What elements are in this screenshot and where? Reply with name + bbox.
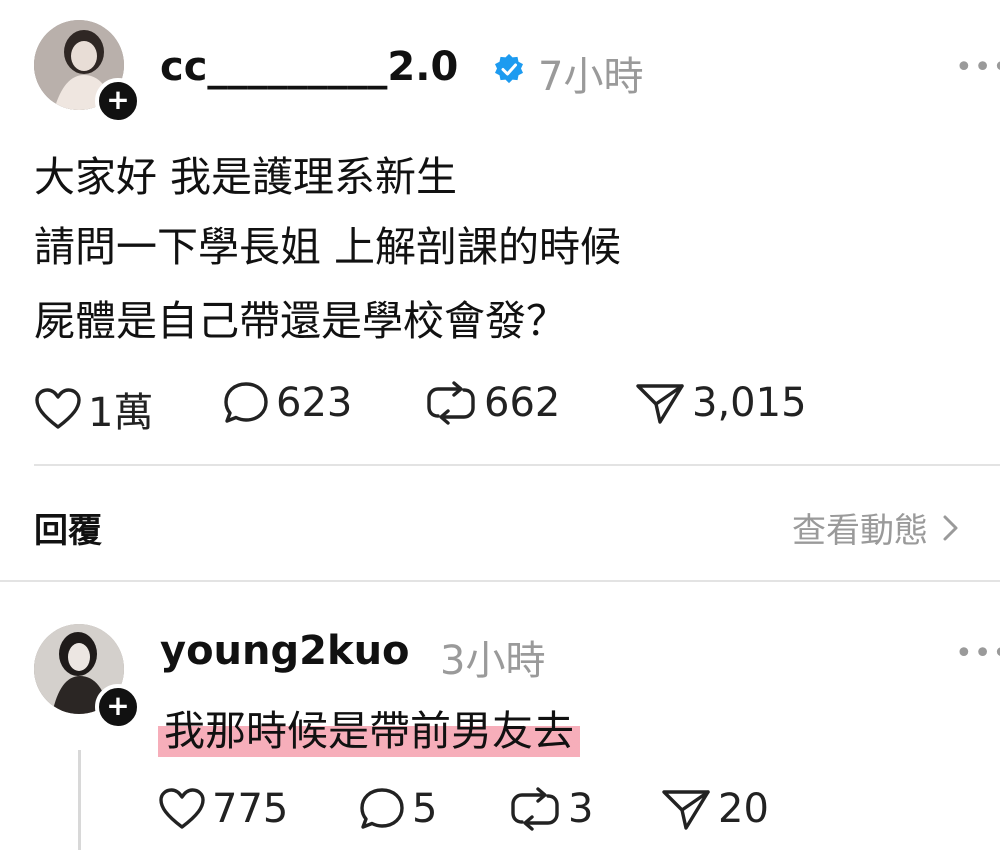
follow-plus-icon[interactable]: + [95, 684, 141, 730]
repost-icon [511, 787, 559, 831]
post-line-1: 大家好 我是護理系新生 [34, 153, 458, 201]
post-share-button[interactable]: 3,015 [634, 380, 807, 426]
comment-count: 5 [412, 786, 438, 832]
share-count: 20 [718, 786, 769, 832]
share-count: 3,015 [692, 380, 807, 426]
post-repost-button[interactable]: 662 [424, 380, 560, 426]
reply-like-button[interactable]: 775 [158, 786, 288, 832]
comment-icon [360, 788, 404, 829]
post-comment-button[interactable]: 623 [222, 380, 352, 426]
heart-icon [35, 388, 81, 429]
like-count: 1萬 [88, 390, 154, 436]
post-like-button[interactable]: 1萬 [34, 380, 153, 438]
repost-count: 662 [484, 380, 561, 426]
reply-username[interactable]: young2kuo [160, 628, 410, 674]
thread-line [78, 750, 81, 850]
post-timestamp: 7小時 [538, 54, 644, 100]
like-count: 775 [212, 786, 289, 832]
view-activity-label: 查看動態 [792, 511, 928, 551]
replies-label: 回覆 [34, 511, 102, 551]
verified-badge-icon [495, 54, 523, 84]
comment-count: 623 [276, 380, 353, 426]
more-icon[interactable]: ••• [955, 636, 1000, 671]
reply-text: 我那時候是帶前男友去 [158, 700, 580, 762]
chevron-right-icon [943, 515, 958, 540]
reply-repost-button[interactable]: 3 [508, 786, 593, 832]
comment-icon [224, 382, 268, 423]
repost-count: 3 [568, 786, 594, 832]
reply-share-button[interactable]: 20 [660, 786, 769, 832]
send-icon [662, 790, 710, 830]
repost-icon [427, 381, 475, 425]
reply-highlighted-text: 我那時候是帶前男友去 [158, 700, 580, 762]
post-username[interactable]: cc_________2.0 [160, 44, 458, 90]
send-icon [636, 384, 684, 424]
reply-comment-button[interactable]: 5 [358, 786, 437, 832]
view-activity-link[interactable]: 查看動態 [792, 503, 960, 552]
reply-timestamp: 3小時 [440, 638, 546, 684]
heart-icon [159, 788, 205, 829]
more-icon[interactable]: ••• [955, 50, 1000, 85]
post-line-2: 請問一下學長姐 上解剖課的時候 [34, 223, 622, 271]
follow-plus-icon[interactable]: + [95, 78, 141, 124]
divider [0, 580, 1000, 582]
post-line-3: 屍體是自己帶還是學校會發？ [34, 297, 567, 345]
divider [34, 464, 1000, 466]
